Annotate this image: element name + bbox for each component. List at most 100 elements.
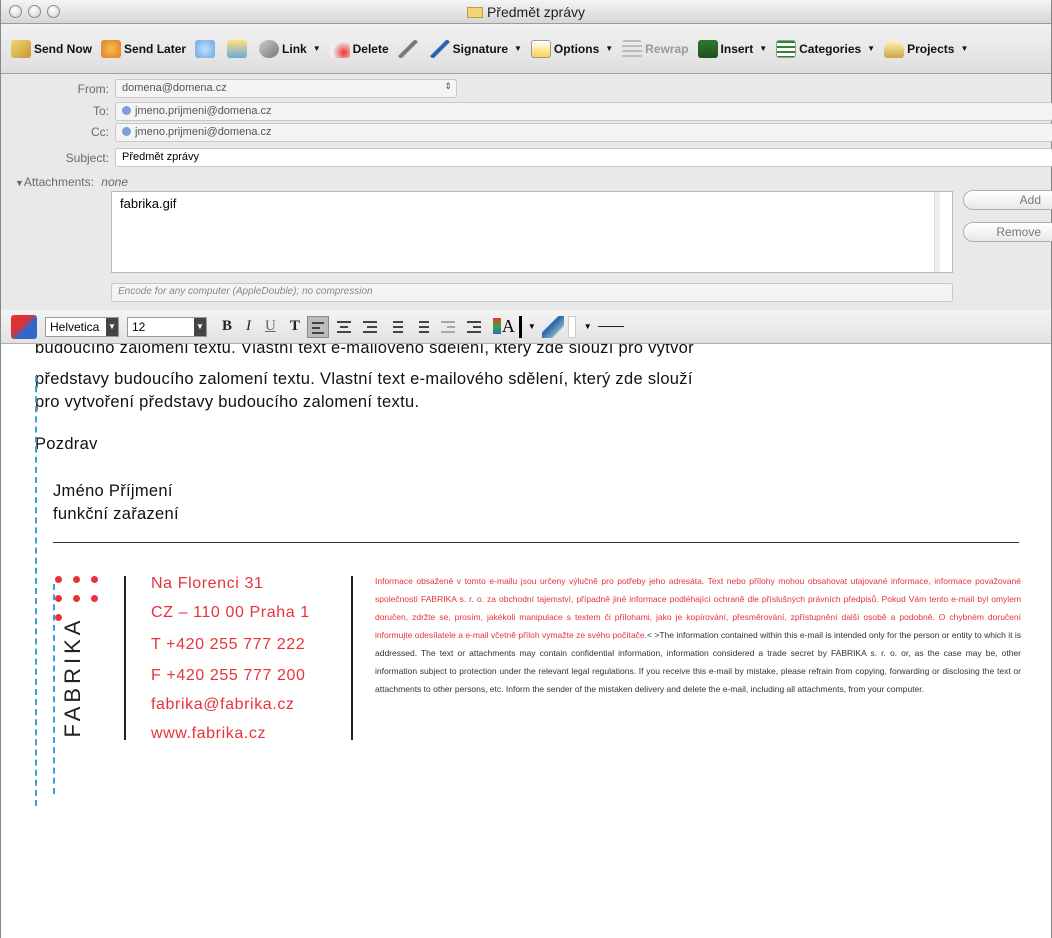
signature-button[interactable]: Signature ▼ <box>429 39 522 58</box>
address-book-button[interactable] <box>195 39 218 58</box>
send-later-icon <box>101 39 122 58</box>
paperclip-icon <box>397 39 418 58</box>
send-later-button[interactable]: Send Later <box>101 39 187 58</box>
link-button[interactable]: Link ▼ <box>259 39 321 58</box>
chevron-down-icon: ▼ <box>514 44 522 53</box>
brand-name: FABRIKA <box>60 616 85 738</box>
chevron-down-icon: ▼ <box>759 44 768 53</box>
outdent-icon[interactable] <box>437 316 459 338</box>
window-title: Předmět zprávy <box>486 4 586 20</box>
rewrap-icon <box>622 39 643 58</box>
add-button[interactable]: Add <box>963 190 1052 210</box>
categories-button[interactable]: Categories ▼ <box>776 39 875 58</box>
size-value: 12 <box>132 319 146 334</box>
numbered-list-icon[interactable] <box>385 316 407 338</box>
body-line-1: budoucího zalomení textu. Vlastní text e… <box>35 344 694 357</box>
send-now-button[interactable]: Send Now <box>11 39 93 58</box>
delete-icon <box>329 39 350 58</box>
plain-text-button[interactable]: T <box>290 318 300 335</box>
from-select[interactable]: domena@domena.cz ⇕ <box>115 79 457 98</box>
color-swatch <box>518 315 522 338</box>
contact-icon <box>122 106 131 115</box>
message-body[interactable]: budoucího zalomení textu. Vlastní text e… <box>1 344 1051 938</box>
attach-button[interactable] <box>397 39 421 58</box>
projects-icon <box>884 39 905 58</box>
projects-button[interactable]: Projects ▼ <box>884 39 969 58</box>
insert-label: Insert <box>720 41 754 56</box>
title-bar: Předmět zprávy <box>1 0 1051 24</box>
align-right-button[interactable] <box>359 316 381 338</box>
address-line-2: CZ – 110 00 Praha 1 <box>151 604 310 621</box>
toolbar: Send Now Send Later Link ▼ Delete Signat… <box>1 24 1051 74</box>
background-color-icon[interactable] <box>541 315 564 338</box>
chevron-down-icon: ▼ <box>312 44 321 53</box>
fax: F +420 255 777 200 <box>151 667 306 684</box>
formatting-toolbar: Helvetica ▼ 12 ▼ B I U T A ▼ ▼ <box>1 310 1051 344</box>
encoding-select[interactable]: Encode for any computer (AppleDouble); n… <box>111 283 953 302</box>
scrollbar[interactable] <box>934 192 940 272</box>
italic-button[interactable]: I <box>246 318 251 335</box>
bg-swatch <box>567 315 576 338</box>
contact-icon <box>122 127 131 136</box>
signature-label: Signature <box>452 41 508 56</box>
email-link[interactable]: fabrika@fabrika.cz <box>151 690 295 719</box>
align-left-button[interactable] <box>306 315 329 338</box>
message-headers: From: domena@domena.cz ⇕ To: jmeno.prijm… <box>1 74 1052 310</box>
font-value: Helvetica <box>50 319 100 334</box>
to-label: To: <box>92 104 109 118</box>
chevron-down-icon: ▼ <box>194 317 206 336</box>
copy-icon <box>227 39 248 58</box>
attachment-list[interactable]: fabrika.gif <box>111 191 953 273</box>
attachments-summary: none <box>101 175 128 189</box>
link-icon <box>259 39 280 58</box>
copy-button[interactable] <box>227 39 250 58</box>
bold-button[interactable]: B <box>222 318 232 335</box>
underline-button[interactable]: U <box>265 318 276 335</box>
attachment-item[interactable]: fabrika.gif <box>120 196 176 211</box>
website-link[interactable]: www.fabrika.cz <box>151 719 266 748</box>
subject-value: Předmět zprávy <box>122 151 200 163</box>
options-button[interactable]: Options ▼ <box>530 39 614 58</box>
from-label: From: <box>77 82 109 96</box>
options-label: Options <box>553 41 600 56</box>
send-later-label: Send Later <box>124 41 187 56</box>
align-center-button[interactable] <box>333 316 355 338</box>
link-label: Link <box>282 41 307 56</box>
encoding-value: Encode for any computer (AppleDouble); n… <box>118 286 373 297</box>
disclaimer: Informace obsažené v tomto e-mailu jsou … <box>375 572 1021 698</box>
to-field[interactable]: jmeno.prijmeni@domena.cz <box>115 102 1052 121</box>
chevron-down-icon[interactable]: ▼ <box>528 322 536 331</box>
remove-button[interactable]: Remove <box>963 222 1052 242</box>
rewrap-button[interactable]: Rewrap <box>622 39 689 58</box>
insert-button[interactable]: Insert ▼ <box>697 39 768 58</box>
disclosure-triangle-icon: ▼ <box>15 178 24 188</box>
size-select[interactable]: 12 ▼ <box>127 316 207 337</box>
horizontal-rule-button[interactable] <box>597 326 624 327</box>
delete-label: Delete <box>352 41 389 56</box>
projects-label: Projects <box>907 41 955 56</box>
font-select[interactable]: Helvetica ▼ <box>45 316 119 337</box>
stepper-icon: ⇕ <box>444 81 452 91</box>
text-color-icon[interactable]: A <box>492 316 515 338</box>
html-toggle-icon[interactable] <box>11 314 37 339</box>
rewrap-label: Rewrap <box>645 41 689 56</box>
cc-label: Cc: <box>91 125 109 139</box>
chevron-down-icon: ▼ <box>605 44 614 53</box>
sender-name: Jméno Příjmení <box>53 482 173 500</box>
chevron-down-icon: ▼ <box>960 44 969 53</box>
insert-icon <box>697 39 718 58</box>
brand-logo: FABRIKA <box>45 604 105 744</box>
send-now-label: Send Now <box>34 41 93 56</box>
cc-field[interactable]: jmeno.prijmeni@domena.cz <box>115 123 1052 142</box>
signature-divider <box>53 542 1019 543</box>
compose-window: Předmět zprávy Send Now Send Later Link … <box>0 0 1052 938</box>
chevron-down-icon[interactable]: ▼ <box>584 322 592 331</box>
send-now-icon <box>11 39 31 58</box>
subject-field[interactable]: Předmět zprávy <box>115 148 1052 167</box>
subject-label: Subject: <box>65 151 109 165</box>
bulleted-list-icon[interactable] <box>411 316 433 338</box>
delete-button[interactable]: Delete <box>329 39 389 58</box>
signature-separator <box>124 576 126 740</box>
attachments-toggle[interactable]: ▼Attachments: none <box>15 175 128 189</box>
indent-icon[interactable] <box>463 316 485 338</box>
